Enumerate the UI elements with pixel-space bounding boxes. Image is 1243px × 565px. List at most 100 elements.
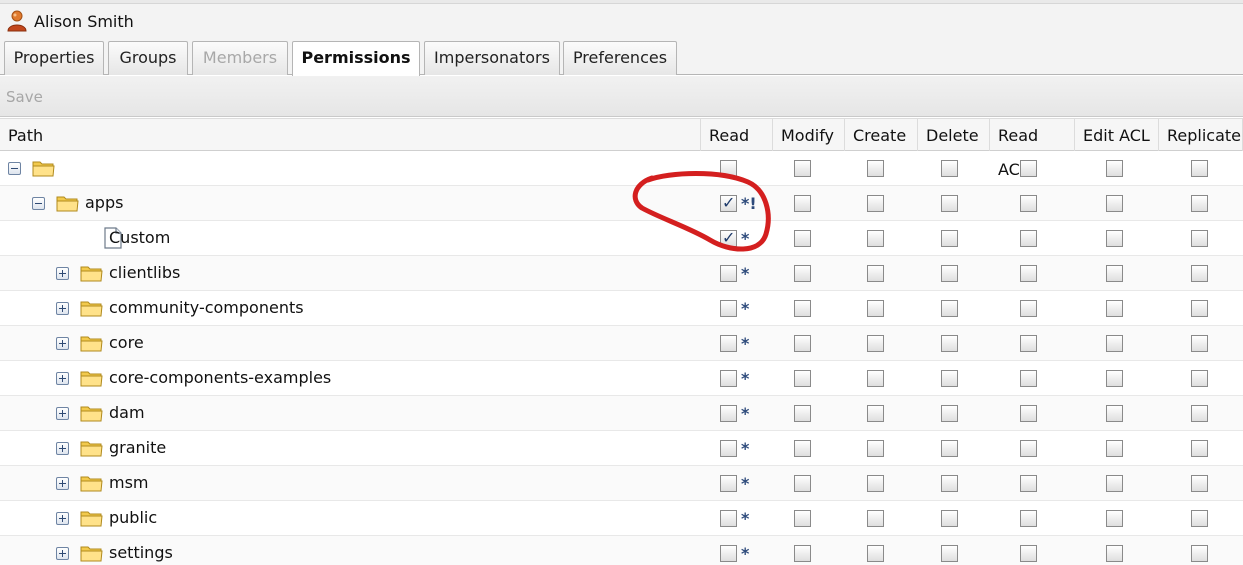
- delete-checkbox[interactable]: [941, 475, 958, 492]
- tab-impersonators[interactable]: Impersonators: [424, 41, 560, 75]
- modify-checkbox[interactable]: [794, 370, 811, 387]
- read-checkbox[interactable]: [720, 405, 737, 422]
- table-row[interactable]: granite *: [0, 431, 1243, 466]
- replicate-checkbox[interactable]: [1191, 160, 1208, 177]
- table-row[interactable]: dam *: [0, 396, 1243, 431]
- node-label[interactable]: Custom: [109, 228, 170, 247]
- edit-acl-checkbox[interactable]: [1106, 195, 1123, 212]
- read-checkbox[interactable]: [720, 160, 737, 177]
- table-row[interactable]: public *: [0, 501, 1243, 536]
- replicate-checkbox[interactable]: [1191, 475, 1208, 492]
- edit-acl-checkbox[interactable]: [1106, 405, 1123, 422]
- edit-acl-checkbox[interactable]: [1106, 370, 1123, 387]
- column-header-create[interactable]: Create: [845, 119, 918, 151]
- delete-checkbox[interactable]: [941, 545, 958, 562]
- delete-checkbox[interactable]: [941, 405, 958, 422]
- column-header-read[interactable]: Read: [701, 119, 773, 151]
- modify-checkbox[interactable]: [794, 230, 811, 247]
- read-checkbox[interactable]: [720, 440, 737, 457]
- replicate-checkbox[interactable]: [1191, 335, 1208, 352]
- collapse-icon[interactable]: [8, 162, 21, 175]
- delete-checkbox[interactable]: [941, 300, 958, 317]
- delete-checkbox[interactable]: [941, 335, 958, 352]
- read-acl-checkbox[interactable]: [1020, 160, 1037, 177]
- read-acl-checkbox[interactable]: [1020, 370, 1037, 387]
- read-checkbox[interactable]: [720, 335, 737, 352]
- column-header-path[interactable]: Path: [0, 119, 701, 151]
- node-label[interactable]: core: [109, 333, 144, 352]
- replicate-checkbox[interactable]: [1191, 440, 1208, 457]
- node-label[interactable]: core-components-examples: [109, 368, 331, 387]
- delete-checkbox[interactable]: [941, 195, 958, 212]
- column-header-replicate[interactable]: Replicate: [1159, 119, 1243, 151]
- table-row[interactable]: apps *!: [0, 186, 1243, 221]
- expand-icon[interactable]: [56, 442, 69, 455]
- read-checkbox[interactable]: [720, 193, 737, 212]
- modify-checkbox[interactable]: [794, 300, 811, 317]
- create-checkbox[interactable]: [867, 300, 884, 317]
- edit-acl-checkbox[interactable]: [1106, 300, 1123, 317]
- read-acl-checkbox[interactable]: [1020, 300, 1037, 317]
- create-checkbox[interactable]: [867, 510, 884, 527]
- node-label[interactable]: msm: [109, 473, 149, 492]
- replicate-checkbox[interactable]: [1191, 230, 1208, 247]
- table-row[interactable]: clientlibs *: [0, 256, 1243, 291]
- save-button[interactable]: Save: [6, 88, 43, 106]
- expand-icon[interactable]: [56, 407, 69, 420]
- create-checkbox[interactable]: [867, 335, 884, 352]
- edit-acl-checkbox[interactable]: [1106, 440, 1123, 457]
- read-checkbox[interactable]: [720, 545, 737, 562]
- read-acl-checkbox[interactable]: [1020, 510, 1037, 527]
- read-checkbox[interactable]: [720, 510, 737, 527]
- create-checkbox[interactable]: [867, 265, 884, 282]
- replicate-checkbox[interactable]: [1191, 510, 1208, 527]
- expand-icon[interactable]: [56, 512, 69, 525]
- replicate-checkbox[interactable]: [1191, 405, 1208, 422]
- read-checkbox[interactable]: [720, 370, 737, 387]
- expand-icon[interactable]: [56, 302, 69, 315]
- expand-icon[interactable]: [56, 267, 69, 280]
- edit-acl-checkbox[interactable]: [1106, 230, 1123, 247]
- create-checkbox[interactable]: [867, 475, 884, 492]
- column-header-read-acl[interactable]: Read ACL: [990, 119, 1075, 179]
- modify-checkbox[interactable]: [794, 545, 811, 562]
- table-row[interactable]: [0, 151, 1243, 186]
- read-acl-checkbox[interactable]: [1020, 195, 1037, 212]
- tab-groups[interactable]: Groups: [108, 41, 188, 75]
- expand-icon[interactable]: [56, 477, 69, 490]
- expand-icon[interactable]: [56, 547, 69, 560]
- read-acl-checkbox[interactable]: [1020, 405, 1037, 422]
- table-row[interactable]: Custom *: [0, 221, 1243, 256]
- create-checkbox[interactable]: [867, 545, 884, 562]
- replicate-checkbox[interactable]: [1191, 195, 1208, 212]
- modify-checkbox[interactable]: [794, 335, 811, 352]
- column-header-modify[interactable]: Modify: [773, 119, 845, 151]
- read-acl-checkbox[interactable]: [1020, 230, 1037, 247]
- create-checkbox[interactable]: [867, 440, 884, 457]
- delete-checkbox[interactable]: [941, 510, 958, 527]
- tab-properties[interactable]: Properties: [4, 41, 104, 75]
- node-label[interactable]: granite: [109, 438, 166, 457]
- replicate-checkbox[interactable]: [1191, 370, 1208, 387]
- read-checkbox[interactable]: [720, 265, 737, 282]
- edit-acl-checkbox[interactable]: [1106, 335, 1123, 352]
- read-acl-checkbox[interactable]: [1020, 265, 1037, 282]
- read-acl-checkbox[interactable]: [1020, 440, 1037, 457]
- replicate-checkbox[interactable]: [1191, 265, 1208, 282]
- edit-acl-checkbox[interactable]: [1106, 160, 1123, 177]
- tab-permissions[interactable]: Permissions: [292, 41, 420, 76]
- modify-checkbox[interactable]: [794, 475, 811, 492]
- delete-checkbox[interactable]: [941, 160, 958, 177]
- delete-checkbox[interactable]: [941, 230, 958, 247]
- read-acl-checkbox[interactable]: [1020, 335, 1037, 352]
- node-label[interactable]: settings: [109, 543, 173, 562]
- column-header-edit-acl[interactable]: Edit ACL: [1075, 119, 1159, 151]
- modify-checkbox[interactable]: [794, 440, 811, 457]
- table-row[interactable]: community-components *: [0, 291, 1243, 326]
- delete-checkbox[interactable]: [941, 265, 958, 282]
- node-label[interactable]: public: [109, 508, 157, 527]
- read-checkbox[interactable]: [720, 475, 737, 492]
- edit-acl-checkbox[interactable]: [1106, 545, 1123, 562]
- node-label[interactable]: apps: [85, 193, 123, 212]
- modify-checkbox[interactable]: [794, 195, 811, 212]
